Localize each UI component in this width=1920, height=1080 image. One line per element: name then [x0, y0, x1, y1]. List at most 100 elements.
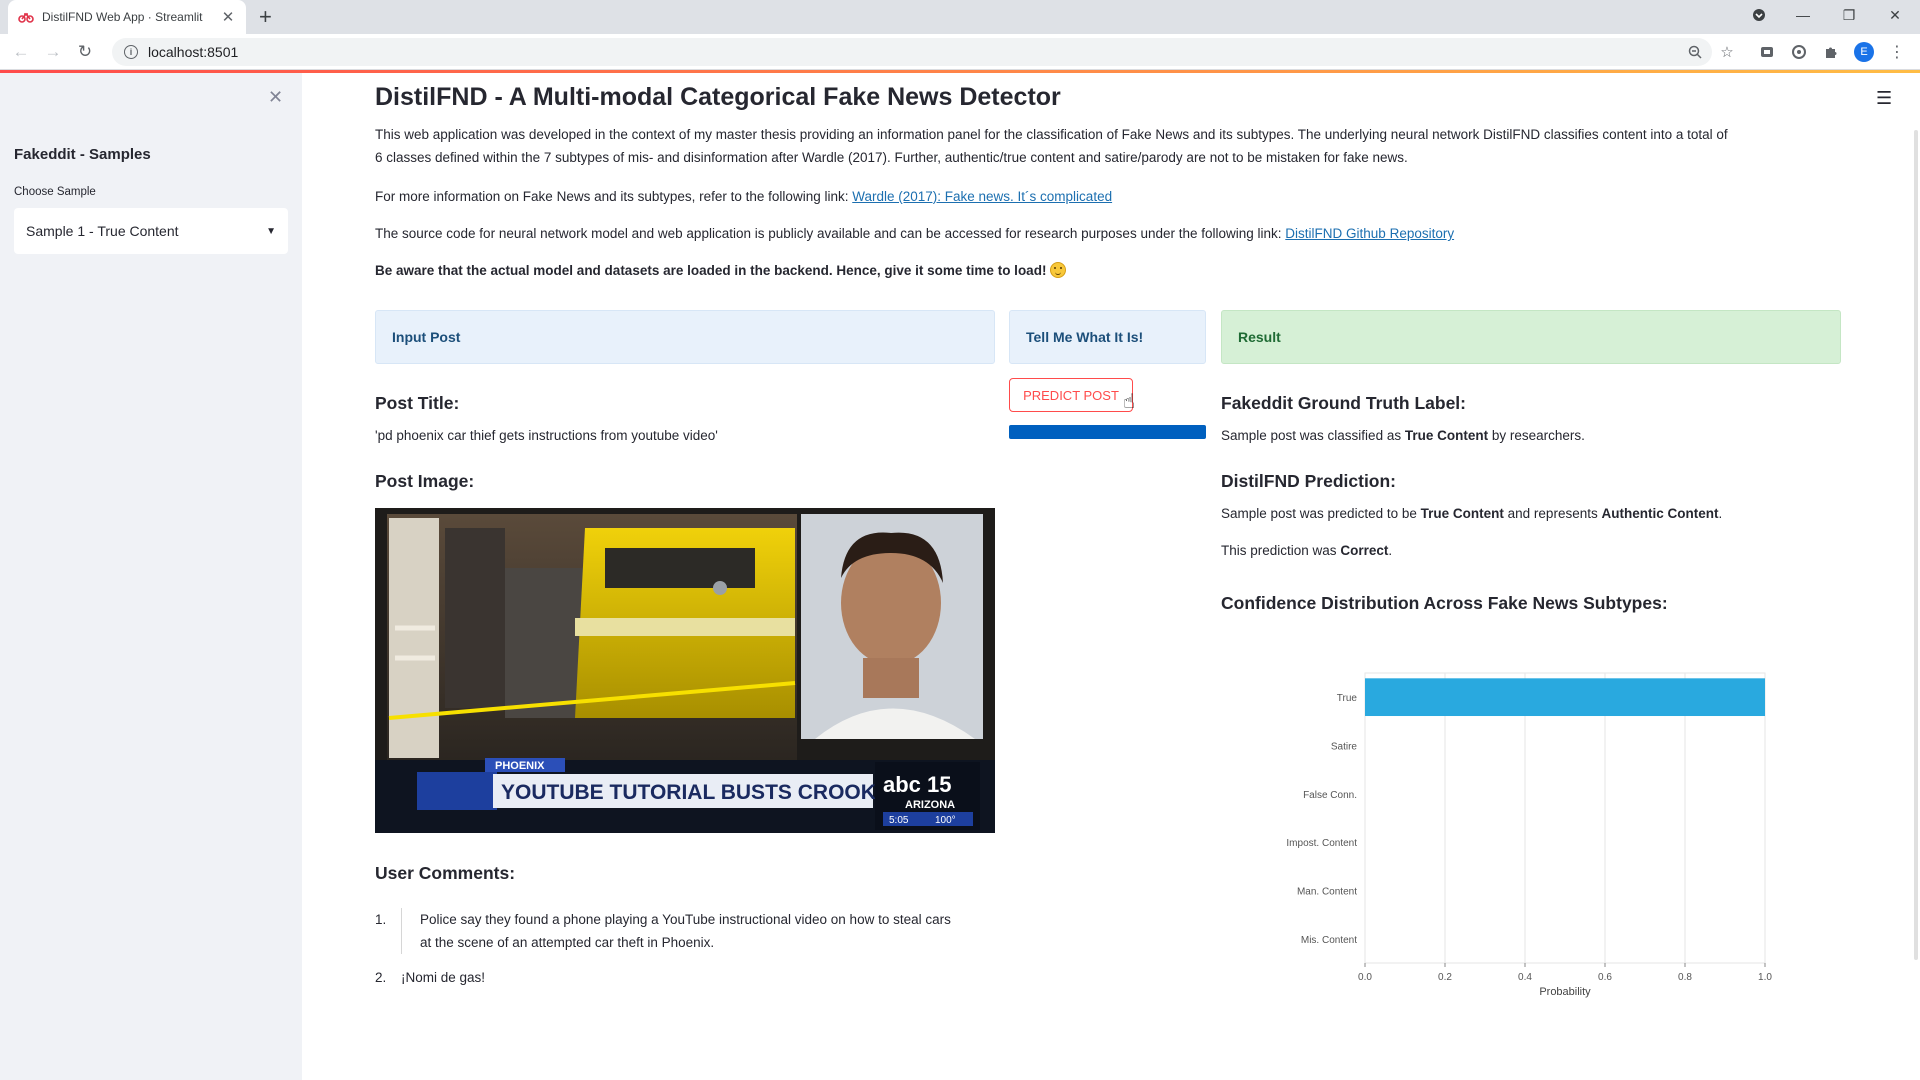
- profile-avatar[interactable]: E: [1854, 42, 1874, 62]
- image-temp: 100°: [935, 815, 956, 826]
- browser-tabstrip: DistilFND Web App · Streamlit ✕ + — ❐ ✕: [0, 0, 1920, 34]
- pred-label: True Content: [1420, 506, 1504, 521]
- source-text: The source code for neural network model…: [375, 226, 1282, 241]
- new-tab-icon[interactable]: +: [259, 5, 272, 29]
- sample-select-label: Choose Sample: [14, 186, 96, 198]
- y-tick-label: True: [1337, 693, 1358, 704]
- pred-class: Authentic Content: [1601, 506, 1719, 521]
- more-info-text: For more information on Fake News and it…: [375, 189, 849, 204]
- reload-icon[interactable]: ↻: [72, 39, 98, 65]
- correct-prefix: This prediction was: [1221, 543, 1337, 558]
- x-tick-label: 0.2: [1438, 972, 1452, 983]
- chevron-down-icon: ▼: [266, 225, 276, 237]
- x-tick-label: 1.0: [1758, 972, 1772, 983]
- minimize-icon[interactable]: —: [1780, 0, 1826, 30]
- tell-me-header: Tell Me What It Is!: [1009, 310, 1206, 364]
- intro-paragraph: This web application was developed in th…: [375, 123, 1845, 169]
- winking-face-icon: [1050, 262, 1067, 278]
- extensions-puzzle-icon[interactable]: [1822, 43, 1840, 61]
- comment-text-line: Police say they found a phone playing a …: [420, 912, 951, 927]
- comment-number: 2.: [375, 970, 387, 985]
- x-tick-label: 0.6: [1598, 972, 1612, 983]
- sample-select-value: Sample 1 - True Content: [26, 223, 179, 239]
- streamlit-favicon-icon: [18, 9, 34, 25]
- pred-mid: and represents: [1507, 506, 1598, 521]
- ground-truth-heading: Fakeddit Ground Truth Label:: [1221, 393, 1466, 413]
- page-title: DistilFND - A Multi-modal Categorical Fa…: [375, 83, 1061, 111]
- prediction-text: Sample post was predicted to be True Con…: [1221, 506, 1722, 521]
- tab-title: DistilFND Web App · Streamlit: [42, 10, 203, 24]
- window-close-icon[interactable]: ✕: [1872, 0, 1918, 30]
- image-station-logo: abc 15: [883, 772, 952, 797]
- source-paragraph: The source code for neural network model…: [375, 222, 1845, 245]
- more-info-paragraph: For more information on Fake News and it…: [375, 185, 1845, 208]
- browser-tab[interactable]: DistilFND Web App · Streamlit ✕: [8, 0, 246, 34]
- pred-prefix: Sample post was predicted to be: [1221, 506, 1417, 521]
- x-tick-label: 0.8: [1678, 972, 1692, 983]
- back-icon[interactable]: ←: [8, 39, 34, 65]
- extension-2-icon[interactable]: [1790, 43, 1808, 61]
- sidebar-title: Fakeddit - Samples: [14, 146, 151, 163]
- y-tick-label: Mis. Content: [1301, 935, 1357, 946]
- post-image: PHOENIX YOUTUBE TUTORIAL BUSTS CROOK abc…: [375, 508, 995, 833]
- user-comments-heading: User Comments:: [375, 863, 516, 883]
- image-time: 5:05: [889, 815, 909, 826]
- address-bar[interactable]: i localhost:8501: [112, 38, 1712, 66]
- zoom-icon[interactable]: [1686, 43, 1704, 61]
- comment-text-line: ¡Nomi de gas!: [401, 970, 486, 985]
- correct-text: This prediction was Correct.: [1221, 543, 1392, 558]
- image-caption-top: PHOENIX: [495, 760, 545, 772]
- correct-value: Correct: [1340, 543, 1389, 558]
- pred-end: .: [1718, 506, 1723, 521]
- x-axis-label: Probability: [1539, 986, 1591, 998]
- result-header: Result: [1221, 310, 1841, 364]
- comment-text-line: at the scene of an attempted car theft i…: [420, 935, 715, 950]
- image-caption-main: YOUTUBE TUTORIAL BUSTS CROOK: [501, 781, 876, 804]
- x-tick-label: 0.0: [1358, 972, 1372, 983]
- hamburger-menu-icon[interactable]: ☰: [1876, 88, 1892, 109]
- comments-list: 1. Police say they found a phone playing…: [375, 908, 995, 989]
- sidebar: ✕ Fakeddit - Samples Choose Sample Sampl…: [0, 73, 302, 1080]
- y-tick-label: False Conn.: [1303, 790, 1357, 801]
- gt-suffix: by researchers.: [1491, 428, 1585, 443]
- chart-bar: [1365, 678, 1765, 717]
- predict-post-button[interactable]: PREDICT POST: [1009, 378, 1133, 412]
- url-text: localhost:8501: [148, 44, 239, 60]
- bookmark-star-icon[interactable]: ☆: [1718, 43, 1736, 61]
- tab-search-icon[interactable]: [1736, 0, 1782, 30]
- prediction-progress-bar: [1009, 425, 1206, 439]
- prediction-heading: DistilFND Prediction:: [1221, 471, 1397, 491]
- confidence-chart-heading: Confidence Distribution Across Fake News…: [1221, 593, 1668, 613]
- page-scrollbar[interactable]: [1914, 130, 1918, 960]
- github-link[interactable]: DistilFND Github Repository: [1285, 226, 1454, 241]
- y-tick-label: Satire: [1331, 742, 1358, 753]
- ground-truth-text: Sample post was classified as True Conte…: [1221, 428, 1585, 443]
- intro-line-1: This web application was developed in th…: [375, 127, 1728, 142]
- sample-select[interactable]: Sample 1 - True Content ▼: [14, 208, 288, 254]
- post-image-heading: Post Image:: [375, 471, 475, 491]
- browser-menu-icon[interactable]: ⋮: [1888, 43, 1906, 61]
- gt-prefix: Sample post was classified as: [1221, 428, 1402, 443]
- correct-end: .: [1388, 543, 1393, 558]
- input-post-header: Input Post: [375, 310, 995, 364]
- restore-icon[interactable]: ❐: [1826, 0, 1872, 30]
- hand-cursor-icon: ☝: [1123, 391, 1136, 413]
- tab-close-icon[interactable]: ✕: [220, 8, 236, 26]
- y-tick-label: Man. Content: [1297, 887, 1357, 898]
- list-item: 1. Police say they found a phone playing…: [375, 908, 995, 954]
- image-station-sub: ARIZONA: [905, 799, 955, 811]
- forward-icon[interactable]: →: [40, 39, 66, 65]
- post-title-heading: Post Title:: [375, 393, 460, 413]
- sidebar-close-icon[interactable]: ✕: [268, 87, 283, 108]
- wardle-link[interactable]: Wardle (2017): Fake news. It´s complicat…: [852, 189, 1112, 204]
- confidence-bar-chart: 0.0 0.2 0.4 0.6 0.8 1.0 True Satire False Conn. I…: [1286, 672, 1772, 998]
- chart-plot-area: [1364, 672, 1766, 964]
- comment-number: 1.: [375, 912, 387, 927]
- site-info-icon[interactable]: i: [124, 45, 138, 59]
- extension-1-icon[interactable]: [1758, 43, 1776, 61]
- x-tick-label: 0.4: [1518, 972, 1532, 983]
- post-title-value: 'pd phoenix car thief gets instructions …: [375, 428, 718, 443]
- gt-label: True Content: [1404, 428, 1489, 443]
- warning-text: Be aware that the actual model and datas…: [375, 263, 1047, 278]
- y-tick-label: Impost. Content: [1286, 838, 1357, 849]
